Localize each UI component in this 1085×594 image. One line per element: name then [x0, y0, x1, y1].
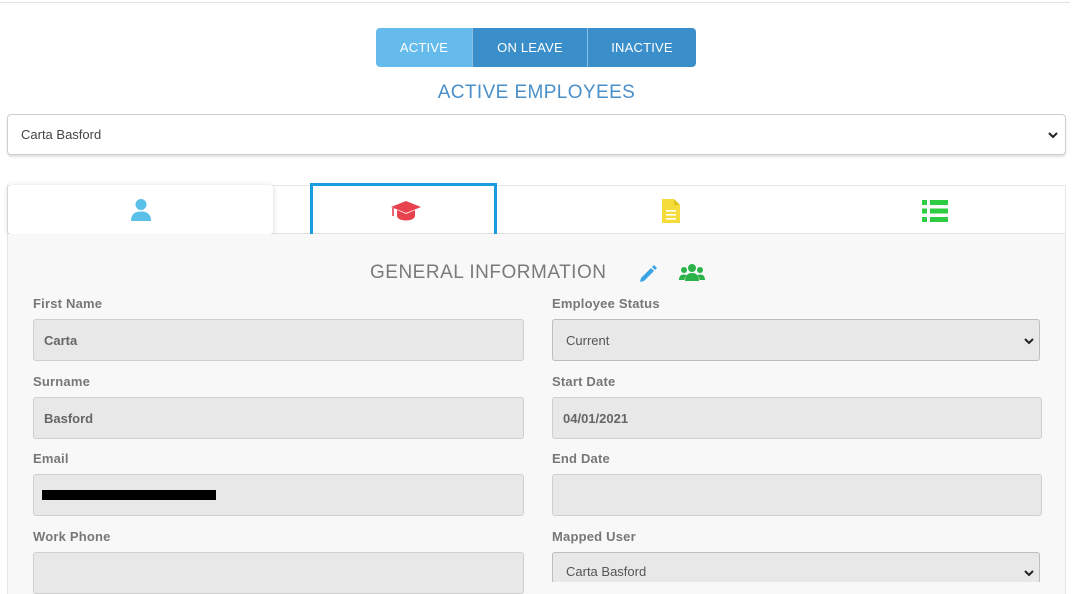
email-redaction — [42, 490, 216, 500]
end-date-field[interactable] — [552, 474, 1042, 516]
pencil-icon[interactable] — [638, 263, 658, 283]
section-title: ACTIVE EMPLOYEES — [437, 82, 636, 103]
user-icon — [130, 198, 151, 221]
mapped-user-select[interactable]: Carta Basford — [552, 552, 1040, 582]
tab-education[interactable] — [273, 186, 538, 235]
employee-select[interactable]: Carta Basford — [7, 114, 1066, 155]
surname-field[interactable]: Basford — [33, 397, 524, 439]
first-name-value: Carta — [44, 332, 78, 348]
detail-tabs — [7, 185, 1066, 234]
tab-list[interactable] — [803, 186, 1067, 235]
graduation-cap-icon — [390, 200, 421, 220]
employee-status-filter: ACTIVE ON LEAVE INACTIVE — [376, 28, 696, 67]
document-icon — [661, 198, 680, 223]
general-info-title: GENERAL INFORMATION — [370, 262, 607, 283]
email-field[interactable] — [33, 474, 524, 516]
status-tab-inactive[interactable]: INACTIVE — [587, 28, 696, 67]
start-date-label: Start Date — [552, 374, 616, 389]
work-phone-field[interactable] — [33, 552, 524, 594]
top-divider — [0, 2, 1070, 3]
end-date-label: End Date — [552, 451, 610, 466]
surname-label: Surname — [33, 374, 91, 389]
employee-status-label: Employee Status — [552, 296, 660, 311]
employee-status-value: Current — [566, 332, 610, 348]
status-tab-active[interactable]: ACTIVE — [376, 28, 472, 67]
first-name-field[interactable]: Carta — [33, 319, 524, 361]
users-icon[interactable] — [679, 263, 705, 283]
list-icon — [922, 199, 948, 222]
employee-status-select[interactable]: Current — [552, 319, 1040, 361]
first-name-label: First Name — [33, 296, 103, 311]
start-date-value: 04/01/2021 — [563, 410, 629, 426]
mapped-user-label: Mapped User — [552, 529, 636, 544]
chevron-down-icon — [1048, 132, 1058, 139]
mapped-user-value: Carta Basford — [566, 564, 647, 579]
employee-select-value: Carta Basford — [21, 127, 102, 142]
tab-personal[interactable] — [8, 185, 273, 234]
start-date-field[interactable]: 04/01/2021 — [552, 397, 1042, 439]
chevron-down-icon — [1024, 570, 1034, 577]
tab-documents[interactable] — [538, 186, 803, 235]
surname-value: Basford — [44, 410, 94, 426]
work-phone-label: Work Phone — [33, 529, 111, 544]
chevron-down-icon — [1024, 338, 1034, 345]
email-label: Email — [33, 451, 69, 466]
status-tab-on-leave[interactable]: ON LEAVE — [472, 28, 587, 67]
